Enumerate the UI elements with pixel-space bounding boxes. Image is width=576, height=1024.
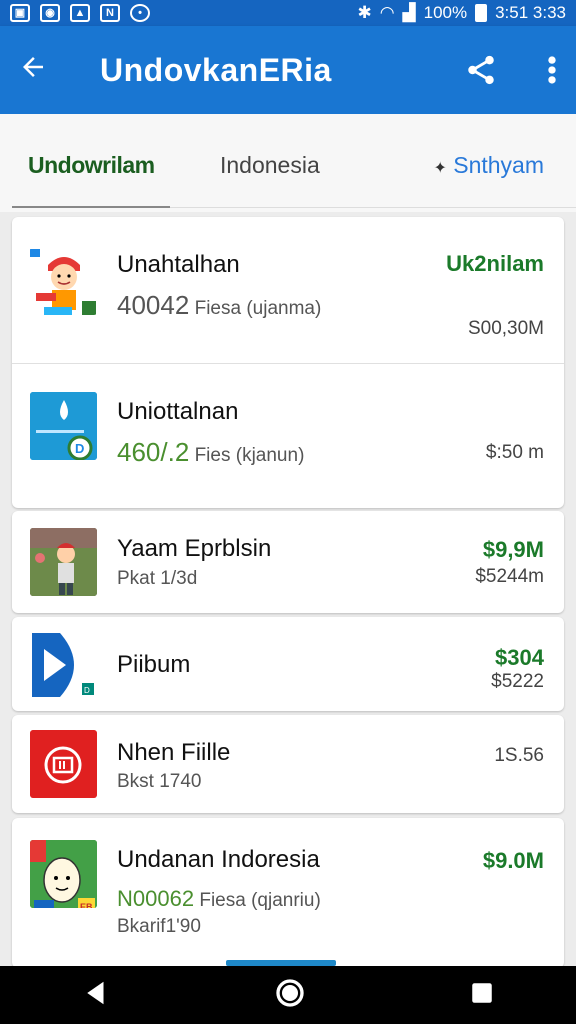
tab-bar: Undowrilam Indonesia ✦ Snthyam (0, 114, 576, 212)
tab-label: Snthyam (453, 152, 544, 178)
item-sub: Fiesa (ujanma) (194, 298, 322, 319)
character-icon (30, 528, 97, 596)
share-button[interactable] (464, 53, 498, 87)
bag-icon: ◉ (40, 4, 60, 22)
tab-indonesia[interactable]: Indonesia (220, 152, 320, 179)
item-name: Piibum (117, 651, 191, 678)
svg-text:D: D (75, 441, 84, 456)
status-right: ✱ ◠ ▟ 100% 3:51 3:33 (357, 3, 566, 23)
item-thumbnail (30, 730, 97, 798)
item-price: $:50 m (485, 442, 544, 463)
item-sub: Fies (kjanun) (194, 445, 305, 466)
clock: 3:51 3:33 (495, 3, 566, 22)
item-sub: Fiesa (qjanriu) (199, 890, 321, 911)
list-item[interactable]: EB Undanan Indoresia N00062 Fiesa (qjanr… (12, 818, 564, 968)
list-item[interactable]: D Piibum $304 $5222 (12, 617, 564, 711)
bluetooth-icon: ✱ (357, 3, 372, 22)
divider (170, 207, 576, 208)
play-d-icon: D (32, 633, 94, 697)
svg-text:EB: EB (80, 902, 93, 908)
mascot-icon (30, 249, 96, 315)
item-status: Uk2nilam (446, 251, 544, 276)
list-item[interactable]: Unahtalhan 40042 Fiesa (ujanma) Uk2nilam… (12, 217, 564, 363)
item-details: N00062 Fiesa (qjanriu) (117, 886, 321, 912)
item-sub-secondary: Bkarif1'90 (117, 916, 201, 937)
item-thumbnail: EB (30, 840, 97, 908)
item-price-secondary: $5244m (475, 566, 544, 587)
item-details: 460/.2 Fies (kjanun) (117, 437, 304, 468)
signal-icon: ▟ (402, 3, 416, 22)
image-icon: ▣ (10, 4, 30, 22)
water-drop-icon: D (30, 392, 97, 460)
notification-icons: ▣ ◉ ▲ N • (10, 4, 150, 22)
item-sub: Pkat 1/3d (117, 568, 198, 589)
item-thumbnail (30, 247, 97, 315)
battery-icon (475, 4, 488, 22)
item-price: 1S.56 (494, 745, 544, 766)
item-count: N00062 (117, 886, 195, 911)
app-bar: UndovkanERia (0, 26, 576, 114)
item-name: Uniottalnan (117, 398, 239, 425)
svg-text:D: D (84, 686, 90, 695)
tab-indicator (12, 206, 170, 208)
item-price: $9,9M (482, 537, 544, 562)
cartoon-avatar-icon: EB (30, 840, 97, 908)
item-count: 40042 (117, 290, 190, 320)
more-options-button[interactable] (546, 53, 558, 87)
list-item[interactable]: D Uniottalnan 460/.2 Fies (kjanun) $:50 … (12, 364, 564, 508)
n-icon: N (100, 4, 120, 22)
item-price: S00,30M (467, 318, 544, 339)
wifi-icon: ◠ (379, 3, 395, 22)
battery-text: 100% (423, 3, 468, 22)
item-price: $304 (495, 645, 544, 670)
tab-snthyam[interactable]: ✦ Snthyam (433, 152, 544, 179)
item-count: 460/.2 (117, 437, 190, 467)
chat-icon: • (130, 4, 150, 22)
nav-back-button[interactable] (81, 978, 111, 1013)
tab-undowrilam[interactable]: Undowrilam (28, 152, 155, 179)
home-icon (276, 978, 304, 1007)
item-details: 40042 Fiesa (ujanma) (117, 290, 321, 321)
item-name: Undanan Indoresia (117, 846, 320, 873)
back-icon (87, 981, 104, 1004)
item-name: Unahtalhan (117, 251, 240, 278)
nav-recents-button[interactable] (469, 980, 495, 1011)
page-title: UndovkanERia (100, 51, 332, 88)
item-thumbnail: D (30, 392, 97, 460)
status-bar: ▣ ◉ ▲ N • ✱ ◠ ▟ 100% 3:51 3:33 (0, 0, 576, 26)
video-file-icon (30, 730, 97, 798)
item-sub: Bkst 1740 (117, 771, 202, 792)
list-card: Unahtalhan 40042 Fiesa (ujanma) Uk2nilam… (12, 217, 564, 508)
nav-home-button[interactable] (274, 977, 306, 1014)
item-price: $9.0M (482, 848, 544, 873)
item-price-secondary: $5222 (491, 671, 544, 692)
more-vert-icon (548, 56, 556, 84)
list-item[interactable]: Nhen Fiille Bkst 1740 1S.56 (12, 715, 564, 813)
back-button[interactable] (18, 52, 62, 88)
item-name: Yaam Eprblsin (117, 535, 272, 562)
bag-icon: ▲ (70, 4, 90, 22)
arrow-left-icon (23, 57, 43, 77)
item-name: Nhen Fiille (117, 739, 231, 766)
system-nav-bar (0, 966, 576, 1024)
share-icon (468, 55, 494, 85)
item-thumbnail: D (30, 631, 97, 699)
sparkle-icon: ✦ (433, 160, 447, 177)
list-item[interactable]: Yaam Eprblsin Pkat 1/3d $9,9M $5244m (12, 511, 564, 613)
recents-icon (471, 982, 492, 1003)
item-thumbnail (30, 528, 97, 596)
